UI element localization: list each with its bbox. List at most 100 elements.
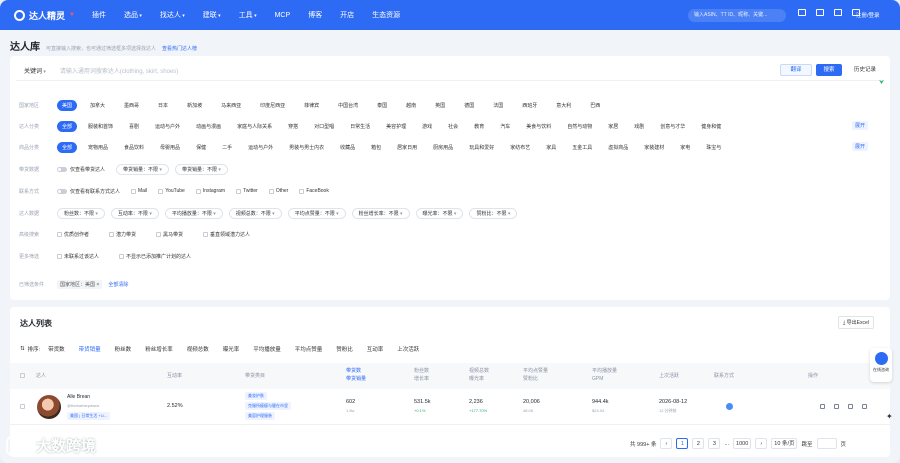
avg-likes-select[interactable]: 平均点赞量：不限	[287, 207, 346, 219]
sort-option[interactable]: 粉丝增长率	[145, 345, 173, 353]
product-chip[interactable]: 五金工具	[569, 143, 595, 152]
eye-icon[interactable]	[834, 404, 839, 409]
select-all-checkbox[interactable]	[20, 373, 25, 378]
country-chip[interactable]: 德国	[461, 101, 477, 110]
checkbox[interactable]	[299, 188, 305, 194]
sparkle-icon[interactable]: ✦	[886, 412, 893, 421]
category-chip[interactable]: 家居	[605, 122, 621, 131]
country-chip[interactable]: 中国台湾	[335, 101, 361, 110]
checkbox[interactable]	[57, 253, 62, 259]
col-last-active[interactable]: 上次活跃	[659, 373, 679, 380]
country-chip[interactable]: 新加坡	[184, 101, 205, 110]
category-chip[interactable]: 戏剧	[631, 122, 647, 131]
nav-item-blog[interactable]: 博客	[299, 10, 331, 20]
page-button[interactable]: 1000	[733, 438, 752, 449]
monitor-icon[interactable]	[798, 9, 806, 16]
checkbox[interactable]	[158, 188, 164, 194]
category-chip[interactable]: 汽车	[497, 122, 513, 131]
followers-select[interactable]: 粉丝数：不限	[57, 207, 105, 219]
category-chip[interactable]: 运动与户外	[152, 122, 183, 131]
star-icon[interactable]	[820, 404, 825, 409]
checkbox[interactable]	[195, 188, 201, 194]
country-chip[interactable]: 意大利	[553, 101, 574, 110]
product-chip[interactable]: 家装建材	[641, 143, 667, 152]
col-exposure[interactable]: 曝光率	[469, 376, 484, 383]
avatar[interactable]	[37, 395, 61, 419]
sort-option[interactable]: 互动率	[367, 345, 384, 353]
product-chip[interactable]: 运动与户外	[245, 143, 276, 152]
advanced-option[interactable]: 优质创作者	[64, 231, 89, 238]
category-chip[interactable]: 日常生活	[347, 122, 373, 131]
sort-option[interactable]: 曝光率	[223, 345, 240, 353]
category-chip[interactable]: 美食与饮料	[523, 122, 554, 131]
product-expand-button[interactable]: 展开	[852, 142, 869, 151]
checkbox[interactable]	[203, 231, 209, 237]
col-videos[interactable]: 视频总数	[469, 368, 489, 375]
category-chip[interactable]: 全部	[57, 120, 78, 132]
country-chip[interactable]: 菲律宾	[301, 101, 322, 110]
nav-item-product[interactable]: 选品	[115, 10, 151, 20]
page-size-select[interactable]: 10 条/页	[771, 438, 798, 449]
collapse-icon[interactable]: ⮟	[879, 80, 884, 87]
product-chip[interactable]: 母婴用品	[157, 143, 183, 152]
engagement-select[interactable]: 互动率：不限	[110, 207, 159, 219]
online-consult-button[interactable]: 在线咨询	[870, 348, 892, 382]
page-button[interactable]: 2	[692, 438, 705, 449]
country-chip[interactable]: 墨西哥	[121, 101, 142, 110]
bag-icon[interactable]	[834, 9, 842, 16]
sales-count-select[interactable]: 带货销量：不限	[116, 163, 169, 175]
contact-option[interactable]: Mail	[138, 188, 147, 194]
contact-option[interactable]: Instagram	[203, 188, 225, 194]
product-chip[interactable]: 虚拟商品	[605, 143, 631, 152]
category-chip[interactable]: 穿搭	[285, 122, 301, 131]
next-page-button[interactable]: ›	[755, 438, 768, 449]
checkbox[interactable]	[156, 231, 162, 237]
product-chip[interactable]: 厨房用品	[430, 143, 456, 152]
nav-item-plugin[interactable]: 插件	[83, 10, 115, 20]
sales-toggle[interactable]	[57, 166, 67, 172]
category-chip[interactable]: 自然与动物	[564, 122, 595, 131]
category-chip[interactable]: 游戏	[419, 122, 435, 131]
sort-option[interactable]: 赞粉比	[336, 345, 353, 353]
keyword-select[interactable]: 关键词	[24, 66, 46, 75]
category-chip[interactable]: 服装和首饰	[85, 122, 116, 131]
table-row[interactable]: Alle Brean @thebarbiepawns 美国 | 日常生活 +1/…	[10, 389, 890, 425]
col-engagement[interactable]: 互动率	[167, 373, 182, 380]
category-chip[interactable]: 教育	[471, 122, 487, 131]
history-button[interactable]: 历史记录	[848, 64, 882, 76]
advanced-option[interactable]: 黑马带货	[163, 231, 183, 238]
product-chip[interactable]: 宠物用品	[85, 143, 111, 152]
creator-name[interactable]: Alle Brean	[67, 394, 90, 400]
country-chip[interactable]: 泰国	[374, 101, 390, 110]
advanced-option[interactable]: 潜力带货	[116, 231, 136, 238]
product-chip[interactable]: 家纺布艺	[507, 143, 533, 152]
mail-icon[interactable]	[726, 403, 733, 410]
contact-toggle[interactable]	[57, 188, 67, 194]
sort-option[interactable]: 粉丝数	[115, 345, 132, 353]
product-chip[interactable]: 居家日用	[394, 143, 420, 152]
country-chip[interactable]: 日本	[155, 101, 171, 110]
exposure-select[interactable]: 曝光率：不限	[415, 207, 464, 219]
product-chip[interactable]: 食品饮料	[121, 143, 147, 152]
col-avg-views[interactable]: 平均播放量	[592, 368, 617, 375]
country-chip[interactable]: 越南	[403, 101, 419, 110]
search-input[interactable]: 请输入通用词搜索达人(clothing, skirt, shoes)	[60, 66, 178, 75]
col-sales[interactable]: 带货销量	[346, 376, 366, 383]
more-option[interactable]: 不显示已添加推广计划的达人	[126, 253, 191, 260]
product-chip[interactable]: 家电	[677, 143, 693, 152]
contact-option[interactable]: YouTube	[165, 188, 185, 194]
checkbox[interactable]	[268, 188, 274, 194]
country-chip[interactable]: 英国	[432, 101, 448, 110]
applied-tag[interactable]: 国家地区：美国 ×	[57, 279, 103, 289]
country-chip[interactable]: 印度尼西亚	[257, 101, 288, 110]
category-chip[interactable]: 美容护理	[383, 122, 409, 131]
product-chip[interactable]: 全部	[57, 141, 78, 153]
product-chip[interactable]: 保健	[193, 143, 209, 152]
like-fan-ratio-select[interactable]: 赞粉比：不限	[469, 207, 518, 219]
country-chip[interactable]: 加拿大	[87, 101, 108, 110]
category-chip[interactable]: 健身和健	[698, 122, 724, 131]
col-growth[interactable]: 增长率	[414, 376, 429, 383]
search-button[interactable]: 搜索	[816, 64, 842, 76]
prev-page-button[interactable]: ‹	[660, 438, 673, 449]
contact-option[interactable]: Other	[276, 188, 289, 194]
